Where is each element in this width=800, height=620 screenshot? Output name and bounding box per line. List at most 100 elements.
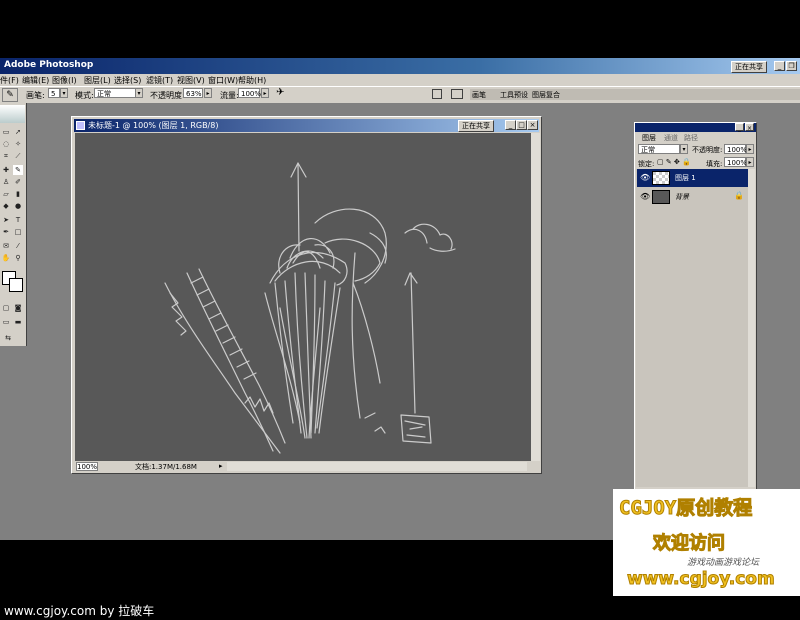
layer-blend-mode-select[interactable]: 正常 xyxy=(638,144,680,154)
layer-opacity-arrow-icon[interactable]: ▸ xyxy=(746,144,754,154)
info-menu-icon[interactable]: ▸ xyxy=(219,462,223,470)
footer-credit: www.cgjoy.com by 拉破车 xyxy=(4,604,155,618)
pen-tool-icon[interactable]: ✒ xyxy=(1,227,11,237)
document-share-button[interactable]: 正在共享 xyxy=(458,120,494,132)
tab-paths[interactable]: 路径 xyxy=(681,133,701,143)
layers-palette-titlebar: _ × xyxy=(635,123,756,132)
shape-tool-icon[interactable]: □ xyxy=(13,227,23,237)
mode-label: 模式: xyxy=(75,91,94,100)
mode-select[interactable]: 正常 xyxy=(94,88,136,98)
menu-edit[interactable]: 编辑(E) xyxy=(22,75,49,86)
menu-filter[interactable]: 滤镜(T) xyxy=(146,75,173,86)
opacity-arrow-icon[interactable]: ▸ xyxy=(204,88,212,98)
document-title: 未标题-1 @ 100% (图层 1, RGB/8) xyxy=(88,121,219,130)
menu-image[interactable]: 图像(I) xyxy=(52,75,77,86)
eraser-tool-icon[interactable]: ▱ xyxy=(1,189,11,199)
flow-arrow-icon[interactable]: ▸ xyxy=(261,88,269,98)
opacity-label: 不透明度: xyxy=(150,91,185,100)
history-brush-tool-icon[interactable]: ✐ xyxy=(13,177,23,187)
zoom-tool-icon[interactable]: ⚲ xyxy=(13,253,23,263)
healing-tool-icon[interactable]: ✚ xyxy=(1,165,11,175)
watermark-subtitle: 游戏动画游戏论坛 xyxy=(687,558,760,568)
lasso-tool-icon[interactable]: ◌ xyxy=(1,139,11,149)
document-maximize-button[interactable]: □ xyxy=(516,120,527,130)
restore-button[interactable]: ❐ xyxy=(786,61,797,71)
document-icon xyxy=(76,121,85,130)
blend-mode-dropdown-icon[interactable]: ▾ xyxy=(680,144,688,154)
quick-mask-icon[interactable]: ◙ xyxy=(13,303,23,313)
eyedropper-tool-icon[interactable]: ⁄ xyxy=(13,241,23,251)
watermark: CGJOY原创教程 欢迎访问 游戏动画游戏论坛 www.cgjoy.com xyxy=(613,489,800,596)
layer-opacity-input[interactable]: 100% xyxy=(724,144,747,154)
palette-tab-brushes[interactable]: 画笔 xyxy=(472,90,486,100)
brush-tool-icon[interactable]: ✎ xyxy=(2,88,18,102)
layer-thumbnail xyxy=(652,190,670,204)
menu-window[interactable]: 窗口(W) xyxy=(208,75,238,86)
type-tool-icon[interactable]: T xyxy=(13,215,23,225)
tab-layers[interactable]: 图层 xyxy=(639,133,659,143)
stamp-tool-icon[interactable]: ♙ xyxy=(1,177,11,187)
palette-well-icon[interactable] xyxy=(451,89,463,99)
vertical-scrollbar[interactable] xyxy=(531,133,540,461)
palette-close-button[interactable]: × xyxy=(745,123,754,132)
mode-dropdown-icon[interactable]: ▾ xyxy=(135,88,143,98)
file-browser-icon[interactable] xyxy=(432,89,442,99)
imageready-jump-icon[interactable]: ⇆ xyxy=(3,333,13,343)
watermark-welcome: 欢迎访问 xyxy=(653,533,726,555)
fill-input[interactable]: 100% xyxy=(724,157,747,167)
layer-name: 图层 1 xyxy=(675,174,696,182)
lock-icons[interactable]: ▢ ✎ ✥ 🔒 xyxy=(657,158,691,166)
marquee-tool-icon[interactable]: ▭ xyxy=(1,127,11,137)
fill-arrow-icon[interactable]: ▸ xyxy=(746,157,754,167)
hand-tool-icon[interactable]: ✋ xyxy=(1,253,11,263)
layer-row-layer1[interactable]: 👁 图层 1 xyxy=(637,169,749,187)
lock-label: 锁定: xyxy=(638,160,655,168)
gradient-tool-icon[interactable]: ▮ xyxy=(13,189,23,199)
brush-dropdown-icon[interactable]: ▾ xyxy=(60,88,68,98)
menu-file[interactable]: 件(F) xyxy=(0,75,19,86)
notes-tool-icon[interactable]: ✉ xyxy=(1,241,11,251)
crop-tool-icon[interactable]: ⌗ xyxy=(1,151,11,161)
slice-tool-icon[interactable]: ⟋ xyxy=(13,151,23,161)
menu-select[interactable]: 选择(S) xyxy=(114,75,141,86)
lock-icon: 🔒 xyxy=(734,191,744,200)
standard-mode-icon[interactable]: ▢ xyxy=(1,303,11,313)
app-titlebar: Adobe Photoshop 正在共享 _ ❐ xyxy=(0,58,800,74)
menu-layer[interactable]: 图层(L) xyxy=(84,75,111,86)
visibility-eye-icon[interactable]: 👁 xyxy=(640,192,650,201)
opacity-input[interactable]: 63% xyxy=(183,88,203,98)
zoom-field[interactable]: 100% xyxy=(76,462,98,471)
dodge-tool-icon[interactable]: ● xyxy=(13,201,23,211)
document-close-button[interactable]: × xyxy=(527,120,538,130)
screen-mode-icon[interactable]: ▭ xyxy=(1,317,11,327)
menu-bar: 件(F) 编辑(E) 图像(I) 图层(L) 选择(S) 滤镜(T) 视图(V)… xyxy=(0,74,800,86)
background-color-swatch[interactable] xyxy=(9,278,23,292)
canvas[interactable] xyxy=(75,133,531,461)
visibility-eye-icon[interactable]: 👁 xyxy=(640,173,650,182)
brush-size-picker[interactable]: 5 xyxy=(48,88,60,98)
palette-tab-layer-comps[interactable]: 图层复合 xyxy=(532,90,560,100)
watermark-url: www.cgjoy.com xyxy=(627,569,776,590)
path-select-tool-icon[interactable]: ➤ xyxy=(1,215,11,225)
palette-minimize-button[interactable]: _ xyxy=(735,123,744,132)
airbrush-icon[interactable]: ✈ xyxy=(276,87,284,98)
palette-well: 画笔 工具预设 图层复合 xyxy=(470,89,800,100)
minimize-button[interactable]: _ xyxy=(774,61,785,71)
document-minimize-button[interactable]: _ xyxy=(505,120,516,130)
blur-tool-icon[interactable]: ◆ xyxy=(1,201,11,211)
menu-view[interactable]: 视图(V) xyxy=(177,75,205,86)
full-screen-icon[interactable]: ▬ xyxy=(13,317,23,327)
magic-wand-tool-icon[interactable]: ✧ xyxy=(13,139,23,149)
layers-scrollbar[interactable] xyxy=(748,169,755,487)
menu-help[interactable]: 帮助(H) xyxy=(238,75,266,86)
share-button[interactable]: 正在共享 xyxy=(731,61,767,73)
flow-input[interactable]: 100% xyxy=(238,88,261,98)
brush-tool-selected-icon[interactable]: ✎ xyxy=(13,165,23,175)
layer-row-background[interactable]: 👁 背景 🔒 xyxy=(637,188,749,206)
palette-tab-tool-presets[interactable]: 工具预设 xyxy=(500,90,528,100)
horizontal-scrollbar[interactable] xyxy=(227,462,527,471)
move-tool-icon[interactable]: ➚ xyxy=(13,127,23,137)
document-titlebar: 未标题-1 @ 100% (图层 1, RGB/8) 正在共享 _ □ × xyxy=(74,119,539,132)
tab-channels[interactable]: 通道 xyxy=(661,133,681,143)
sketch-drawing xyxy=(164,162,456,454)
